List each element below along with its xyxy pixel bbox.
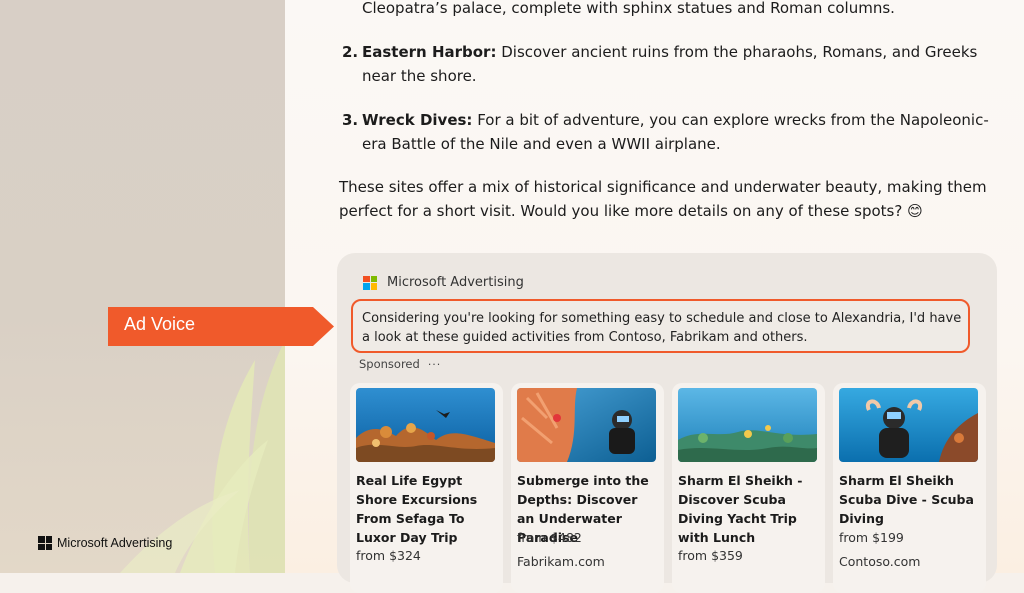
list-number: 2.	[342, 43, 359, 61]
reef-photo	[356, 388, 495, 462]
ad-card-title[interactable]: Sharm El Sheikh Scuba Dive - Scuba Divin…	[839, 471, 981, 528]
sponsored-label: Sponsored	[359, 357, 420, 371]
microsoft-logo-icon	[363, 275, 377, 290]
microsoft-logo-icon	[38, 536, 52, 550]
ad-header: Microsoft Advertising	[363, 275, 524, 290]
chat-main: Cleopatra’s palace, complete with sphinx…	[285, 0, 1024, 593]
list-item-1-continuation: Cleopatra’s palace, complete with sphinx…	[362, 0, 895, 17]
footer-brand: Microsoft Advertising	[38, 536, 172, 550]
ad-voice-callout: Ad Voice	[108, 307, 334, 346]
ad-card-price: from $324	[356, 548, 421, 563]
plant-illustration	[120, 340, 285, 573]
diver-coral-photo	[517, 388, 656, 462]
list-number: 3.	[342, 111, 359, 129]
ad-brand-label: Microsoft Advertising	[387, 275, 524, 290]
ad-product-card[interactable]: Real Life Egypt Shore Excursions From Se…	[350, 383, 503, 593]
ad-card-price: from $359	[678, 548, 743, 563]
ad-card-title[interactable]: Real Life Egypt Shore Excursions From Se…	[356, 471, 498, 547]
callout-label: Ad Voice	[124, 314, 196, 334]
response-paragraph: These sites offer a mix of historical si…	[339, 178, 987, 220]
ad-product-card[interactable]: Sharm El Sheikh - Discover Scuba Diving …	[672, 383, 825, 593]
ad-product-card[interactable]: Submerge into the Depths: Discover an Un…	[511, 383, 664, 593]
ad-voice-box: Considering you're looking for something…	[351, 299, 970, 353]
ad-card-price: from $482	[517, 530, 582, 545]
ad-product-card[interactable]: Sharm El Sheikh Scuba Dive - Scuba Divin…	[833, 383, 986, 593]
ad-card-price: from $199	[839, 530, 904, 545]
ad-card-title[interactable]: Sharm El Sheikh - Discover Scuba Diving …	[678, 471, 820, 547]
list-item-title: Eastern Harbor:	[362, 43, 497, 61]
diver-heart-photo	[839, 388, 978, 462]
footer-brand-label: Microsoft Advertising	[57, 536, 173, 550]
ad-card-domain: Fabrikam.com	[517, 554, 605, 569]
ad-voice-text: Considering you're looking for something…	[362, 311, 962, 345]
left-decor-panel: Microsoft Advertising	[0, 0, 285, 573]
ad-card: Microsoft Advertising Considering you're…	[337, 253, 997, 593]
ad-card-domain: Contoso.com	[839, 554, 921, 569]
list-item-title: Wreck Dives:	[362, 111, 473, 129]
reef-fish-photo	[678, 388, 817, 462]
sponsored-row: Sponsored ···	[359, 357, 441, 371]
more-options-icon[interactable]: ···	[428, 358, 442, 371]
